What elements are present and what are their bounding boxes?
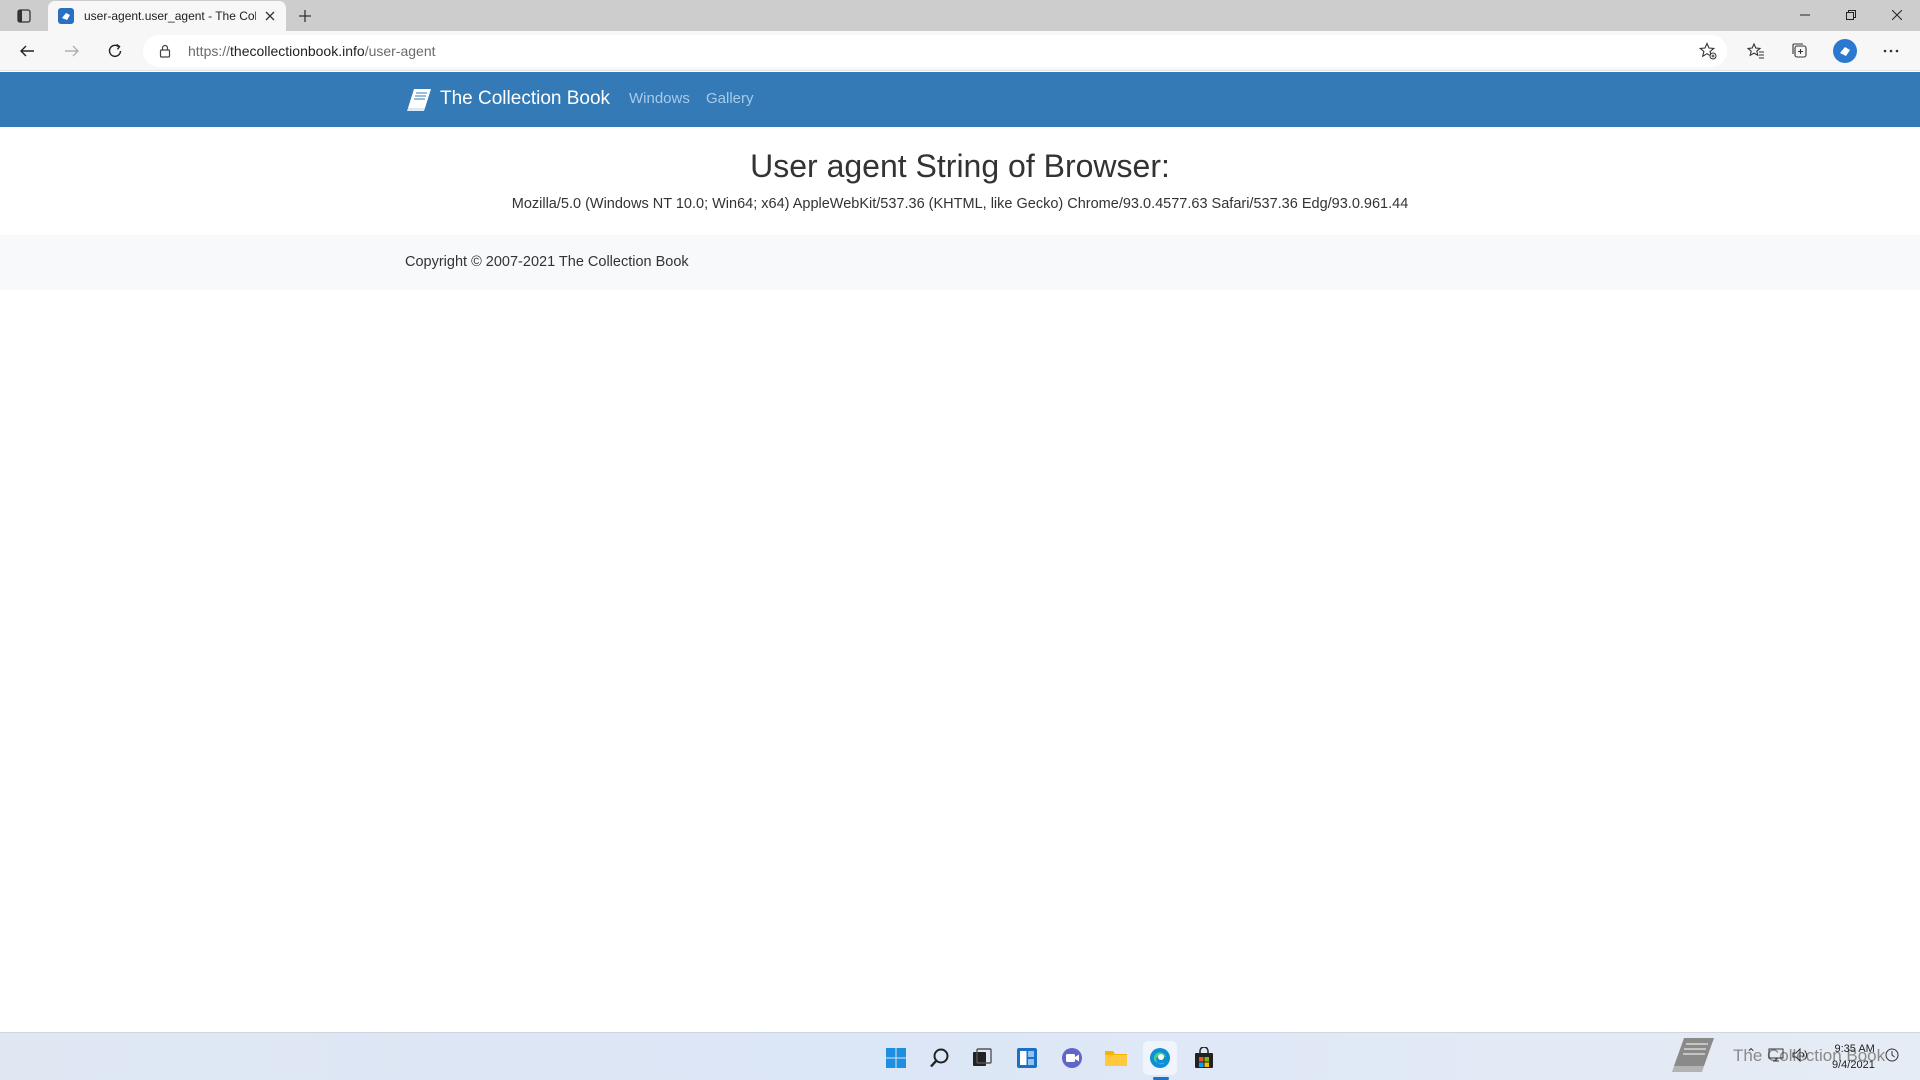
favorites-button[interactable] — [1741, 37, 1771, 65]
close-window-button[interactable] — [1874, 0, 1920, 30]
arrow-left-icon — [20, 45, 34, 57]
more-icon — [1883, 49, 1899, 53]
tray-overflow-chevron-icon[interactable]: ⌃ — [1746, 1046, 1756, 1060]
refresh-button[interactable] — [100, 37, 130, 65]
copyright-text: Copyright © 2007-2021 The Collection Boo… — [405, 254, 689, 270]
tab-strip: user-agent.user_agent - The Coll — [0, 0, 1920, 31]
volume-icon[interactable] — [1792, 1048, 1808, 1062]
clock-time: 9:35 AM — [1834, 1043, 1875, 1055]
back-button[interactable] — [12, 37, 42, 65]
chat-icon — [1062, 1048, 1082, 1068]
forward-button[interactable] — [57, 37, 87, 65]
user-agent-string: Mozilla/5.0 (Windows NT 10.0; Win64; x64… — [511, 196, 1409, 212]
chat-button[interactable] — [1055, 1041, 1089, 1075]
collections-icon — [1792, 43, 1807, 58]
restore-button[interactable] — [1828, 0, 1874, 30]
book-watermark-icon — [1672, 1038, 1714, 1072]
url-prefix: https:// — [188, 43, 231, 59]
system-clock[interactable]: 9:35 AM 9/4/2021 — [1832, 1041, 1875, 1073]
site-brand-name: The Collection Book — [440, 88, 611, 109]
store-button[interactable] — [1187, 1041, 1221, 1075]
profile-icon — [1840, 47, 1850, 56]
profile-button[interactable] — [1830, 37, 1860, 65]
page-title: User agent String of Browser: — [750, 148, 1170, 184]
profile-avatar — [1833, 39, 1857, 63]
collections-button[interactable] — [1785, 37, 1815, 65]
add-favorite-button[interactable] — [1697, 41, 1719, 61]
file-explorer-button[interactable] — [1099, 1041, 1133, 1075]
clock-date: 9/4/2021 — [1832, 1059, 1875, 1071]
nav-link-gallery[interactable]: Gallery — [706, 90, 754, 107]
task-view-icon — [973, 1048, 992, 1066]
start-icon — [886, 1048, 906, 1068]
site-footer: Copyright © 2007-2021 The Collection Boo… — [0, 235, 1920, 290]
start-button[interactable] — [879, 1041, 913, 1075]
widgets-icon — [1017, 1048, 1037, 1068]
plus-icon — [299, 10, 311, 22]
arrow-right-icon — [65, 45, 79, 57]
site-navbar: The Collection Book Windows Gallery — [0, 72, 1920, 127]
refresh-icon — [108, 43, 122, 57]
site-brand-link[interactable]: The Collection Book — [404, 84, 610, 114]
file-explorer-icon — [1105, 1051, 1127, 1066]
star-plus-icon — [1699, 42, 1717, 60]
nav-link-windows[interactable]: Windows — [629, 90, 690, 107]
tab-close-button[interactable] — [260, 6, 280, 26]
taskbar — [0, 1032, 1920, 1080]
search-button[interactable] — [923, 1041, 957, 1075]
address-url[interactable]: https://thecollectionbook.info/user-agen… — [188, 43, 436, 59]
tab-favicon-icon — [58, 8, 74, 24]
tab-title: user-agent.user_agent - The Coll — [84, 9, 256, 23]
lock-icon — [159, 44, 171, 58]
favorites-icon — [1747, 42, 1764, 59]
settings-more-button[interactable] — [1876, 37, 1906, 65]
network-icon[interactable] — [1768, 1048, 1784, 1062]
widgets-button[interactable] — [1010, 1041, 1044, 1075]
edge-icon — [1150, 1048, 1170, 1068]
edge-button[interactable] — [1143, 1041, 1177, 1075]
new-tab-button[interactable] — [295, 6, 315, 26]
search-icon — [930, 1048, 949, 1068]
address-bar[interactable]: https://thecollectionbook.info/user-agen… — [143, 35, 1727, 67]
restore-icon — [1846, 10, 1856, 20]
screen: user-agent.user_agent - The Coll https:/… — [0, 0, 1920, 1080]
minimize-icon — [1800, 14, 1810, 16]
close-icon — [265, 11, 275, 21]
tab-actions-button[interactable] — [11, 6, 37, 26]
tab-actions-icon — [17, 9, 31, 23]
browser-tab-active[interactable]: user-agent.user_agent - The Coll — [48, 1, 286, 31]
close-icon — [1892, 10, 1902, 20]
url-host: thecollectionbook.info — [230, 43, 365, 59]
browser-toolbar: https://thecollectionbook.info/user-agen… — [0, 31, 1920, 71]
notifications-icon[interactable] — [1884, 1047, 1900, 1063]
url-path: /user-agent — [364, 43, 436, 59]
book-logo-icon — [407, 89, 431, 111]
task-view-button[interactable] — [965, 1041, 999, 1075]
store-icon — [1195, 1047, 1213, 1068]
minimize-button[interactable] — [1782, 0, 1828, 30]
